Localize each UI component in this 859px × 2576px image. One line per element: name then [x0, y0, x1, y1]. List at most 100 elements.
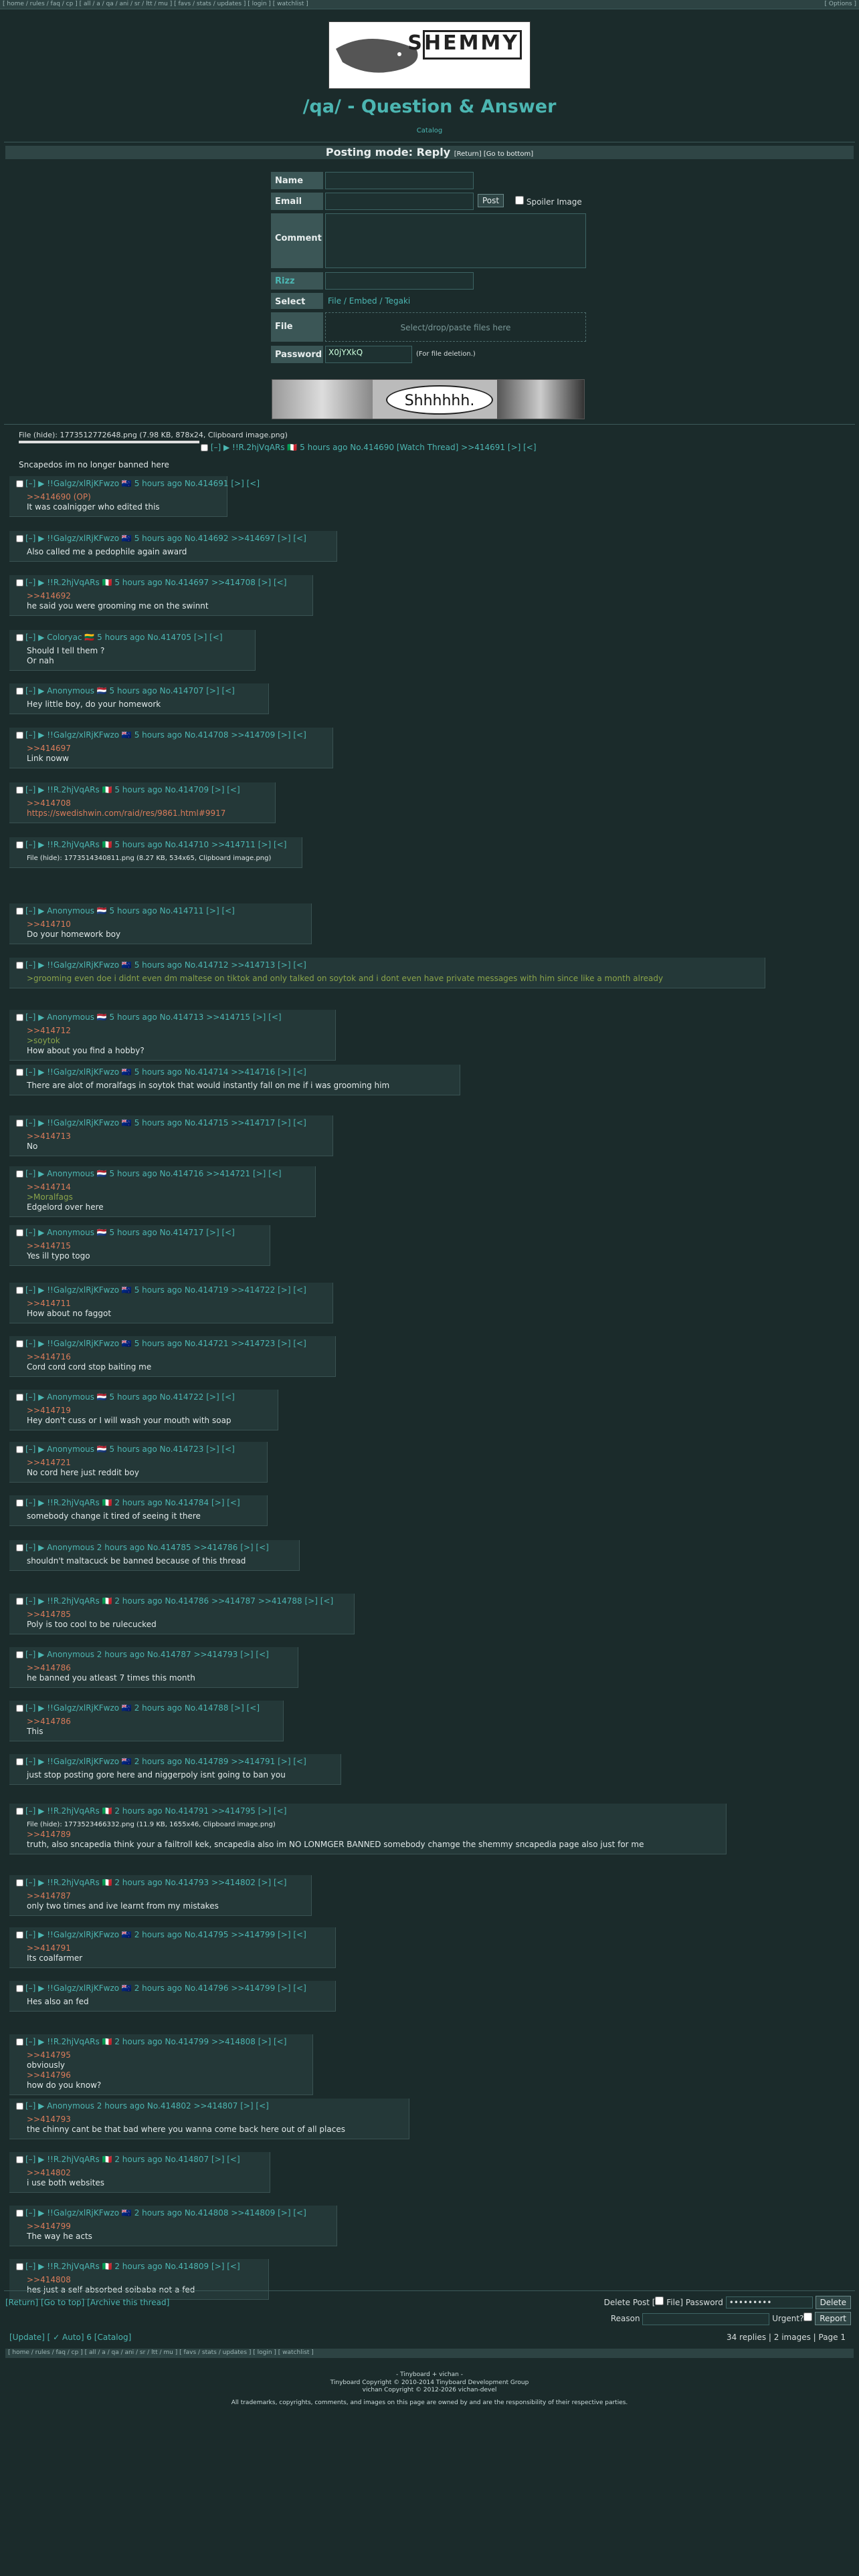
op-image[interactable]	[19, 441, 199, 443]
post-checkbox[interactable]	[16, 1119, 23, 1127]
file-drop-zone[interactable]: Select/drop/paste files here	[325, 312, 586, 342]
post-checkbox[interactable]	[16, 1879, 23, 1887]
post-meta[interactable]: [–] ▶ !!Galgz/xlRjKFwzo 🇳🇿 5 hours ago N…	[25, 1067, 306, 1077]
post-checkbox[interactable]	[16, 1340, 23, 1348]
op-checkbox[interactable]	[201, 444, 208, 451]
quote-link[interactable]: >>414711	[27, 1299, 327, 1309]
post-meta[interactable]: [–] ▶ !!R.2hjVqARs 🇮🇹 2 hours ago No.414…	[25, 2155, 240, 2164]
password-input[interactable]: X0jYXkQ	[325, 346, 412, 363]
quote-link[interactable]: >>414793	[27, 2115, 403, 2125]
urgent-checkbox[interactable]	[803, 2313, 813, 2321]
post-meta[interactable]: [–] ▶ !!R.2hjVqARs 🇮🇹 2 hours ago No.414…	[25, 2262, 240, 2271]
post-checkbox[interactable]	[16, 1931, 23, 1939]
quote-link[interactable]: >>414710	[27, 920, 306, 930]
post-checkbox[interactable]	[16, 2156, 23, 2163]
post-checkbox[interactable]	[16, 2103, 23, 2110]
post-checkbox[interactable]	[16, 1446, 23, 1453]
quote-link[interactable]: >>414697	[27, 744, 327, 754]
reason-input[interactable]	[642, 2313, 770, 2325]
post-button[interactable]: Post	[478, 194, 504, 207]
post-meta[interactable]: [–] ▶ !!R.2hjVqARs 🇮🇹 5 hours ago No.414…	[25, 840, 286, 849]
top-nav[interactable]: [ home / rules / faq / cp ] [ all / a / …	[0, 0, 859, 9]
post-meta[interactable]: [–] ▶ !!R.2hjVqARs 🇮🇹 2 hours ago No.414…	[25, 1806, 286, 1816]
post-checkbox[interactable]	[16, 1758, 23, 1765]
quote-link[interactable]: >>414791	[27, 1943, 330, 1953]
rizz-input[interactable]	[325, 272, 474, 290]
post-checkbox[interactable]	[16, 1287, 23, 1294]
post-meta[interactable]: [–] ▶ Anonymous 2 hours ago No.414785 >>…	[25, 1543, 269, 1552]
quote-link[interactable]: >>414787	[27, 1891, 306, 1901]
comment-textarea[interactable]	[325, 213, 586, 268]
delete-password-input[interactable]: •••••••••	[725, 2296, 813, 2309]
post-url-link[interactable]: https://swedishwin.com/raid/res/9861.htm…	[27, 809, 270, 819]
post-meta[interactable]: [–] ▶ Anonymous 2 hours ago No.414787 >>…	[25, 1650, 269, 1659]
post-meta[interactable]: [–] ▶ !!Galgz/xlRjKFwzo 🇳🇿 5 hours ago N…	[25, 534, 306, 543]
post-checkbox[interactable]	[16, 480, 23, 488]
post-meta[interactable]: [–] ▶ !!R.2hjVqARs 🇮🇹 2 hours ago No.414…	[25, 2037, 286, 2046]
delete-file-checkbox[interactable]	[655, 2296, 664, 2305]
posting-mode-links[interactable]: [Return] [Go to bottom]	[454, 150, 533, 158]
post-checkbox[interactable]	[16, 1985, 23, 1992]
post-checkbox[interactable]	[16, 907, 23, 915]
post-checkbox[interactable]	[16, 2263, 23, 2270]
spoiler-checkbox[interactable]	[515, 196, 524, 205]
post-checkbox[interactable]	[16, 535, 23, 542]
post-checkbox[interactable]	[16, 1544, 23, 1551]
post-checkbox[interactable]	[16, 1808, 23, 1815]
post-checkbox[interactable]	[16, 2038, 23, 2046]
name-input[interactable]	[325, 172, 474, 189]
delete-button[interactable]: Delete	[815, 2296, 851, 2309]
post-meta[interactable]: [–] ▶ !!R.2hjVqARs 🇮🇹 5 hours ago No.414…	[25, 578, 286, 587]
post-meta[interactable]: [–] ▶ !!Galgz/xlRjKFwzo 🇳🇿 5 hours ago N…	[25, 730, 306, 740]
post-meta[interactable]: [–] ▶ !!R.2hjVqARs 🇮🇹 2 hours ago No.414…	[25, 1498, 240, 1507]
post-meta[interactable]: [–] ▶ !!Galgz/xlRjKFwzo 🇳🇿 2 hours ago N…	[25, 1930, 306, 1939]
quote-link[interactable]: >>414802	[27, 2168, 264, 2178]
post-checkbox[interactable]	[16, 1014, 23, 1021]
post-checkbox[interactable]	[16, 2210, 23, 2217]
post-meta[interactable]: [–] ▶ !!Galgz/xlRjKFwzo 🇳🇿 5 hours ago N…	[25, 479, 260, 488]
post-meta[interactable]: [–] ▶ Anonymous 🇳🇱 5 hours ago No.414717…	[25, 1228, 235, 1237]
post-meta[interactable]: [–] ▶ Anonymous 2 hours ago No.414802 >>…	[25, 2101, 269, 2111]
post-checkbox[interactable]	[16, 1651, 23, 1658]
quote-link[interactable]: >>414796	[27, 2070, 307, 2080]
email-input[interactable]	[325, 193, 474, 210]
post-checkbox[interactable]	[16, 1598, 23, 1605]
post-meta[interactable]: [–] ▶ !!R.2hjVqARs 🇮🇹 2 hours ago No.414…	[25, 1878, 286, 1887]
post-checkbox[interactable]	[16, 1229, 23, 1237]
post-meta[interactable]: [–] ▶ !!Galgz/xlRjKFwzo 🇳🇿 5 hours ago N…	[25, 1285, 306, 1295]
quote-link[interactable]: >>414690 (OP)	[27, 492, 221, 502]
post-checkbox[interactable]	[16, 687, 23, 695]
post-checkbox[interactable]	[16, 1170, 23, 1178]
post-checkbox[interactable]	[16, 634, 23, 641]
post-meta[interactable]: [–] ▶ Anonymous 🇳🇱 5 hours ago No.414707…	[25, 686, 235, 695]
post-meta[interactable]: [–] ▶ !!Galgz/xlRjKFwzo 🇳🇿 2 hours ago N…	[25, 1983, 306, 1993]
quote-link[interactable]: >>414716	[27, 1352, 330, 1362]
quote-link[interactable]: >>414719	[27, 1406, 272, 1416]
options-link[interactable]: [ Options ]	[825, 1, 856, 7]
post-checkbox[interactable]	[16, 579, 23, 586]
quote-link[interactable]: >>414712	[27, 1026, 330, 1036]
catalog-link[interactable]: Catalog	[417, 127, 442, 134]
quote-link[interactable]: >>414708	[27, 798, 270, 809]
quote-link[interactable]: >>414786	[27, 1663, 292, 1673]
quote-link[interactable]: >>414721	[27, 1458, 262, 1468]
quote-link[interactable]: >>414808	[27, 2275, 263, 2285]
post-meta[interactable]: [–] ▶ Anonymous 🇳🇱 5 hours ago No.414711…	[25, 906, 235, 916]
post-meta[interactable]: [–] ▶ Anonymous 🇳🇱 5 hours ago No.414722…	[25, 1392, 235, 1402]
post-meta[interactable]: [–] ▶ Anonymous 🇳🇱 5 hours ago No.414723…	[25, 1444, 235, 1454]
post-meta[interactable]: [–] ▶ !!R.2hjVqARs 🇮🇹 5 hours ago No.414…	[25, 785, 240, 794]
quote-link[interactable]: >>414799	[27, 2222, 331, 2232]
file-embed-tegaki-tabs[interactable]: File / Embed / Tegaki	[328, 296, 410, 306]
post-checkbox[interactable]	[16, 732, 23, 739]
quote-link[interactable]: >>414789	[27, 1830, 721, 1840]
bottom-nav[interactable]: [ home / rules / faq / cp ] [ all / a / …	[5, 2349, 854, 2358]
post-checkbox[interactable]	[16, 1499, 23, 1507]
quote-link[interactable]: >>414713	[27, 1132, 327, 1142]
post-meta[interactable]: [–] ▶ !!Galgz/xlRjKFwzo 🇳🇿 5 hours ago N…	[25, 1118, 306, 1128]
post-checkbox[interactable]	[16, 1394, 23, 1401]
quote-link[interactable]: >>414785	[27, 1610, 349, 1620]
post-meta[interactable]: [–] ▶ !!Galgz/xlRjKFwzo 🇳🇿 5 hours ago N…	[25, 1339, 306, 1348]
post-checkbox[interactable]	[16, 1705, 23, 1712]
post-meta[interactable]: [–] ▶ Anonymous 🇳🇱 5 hours ago No.414716…	[25, 1169, 282, 1178]
quote-link[interactable]: >>414714	[27, 1182, 310, 1192]
